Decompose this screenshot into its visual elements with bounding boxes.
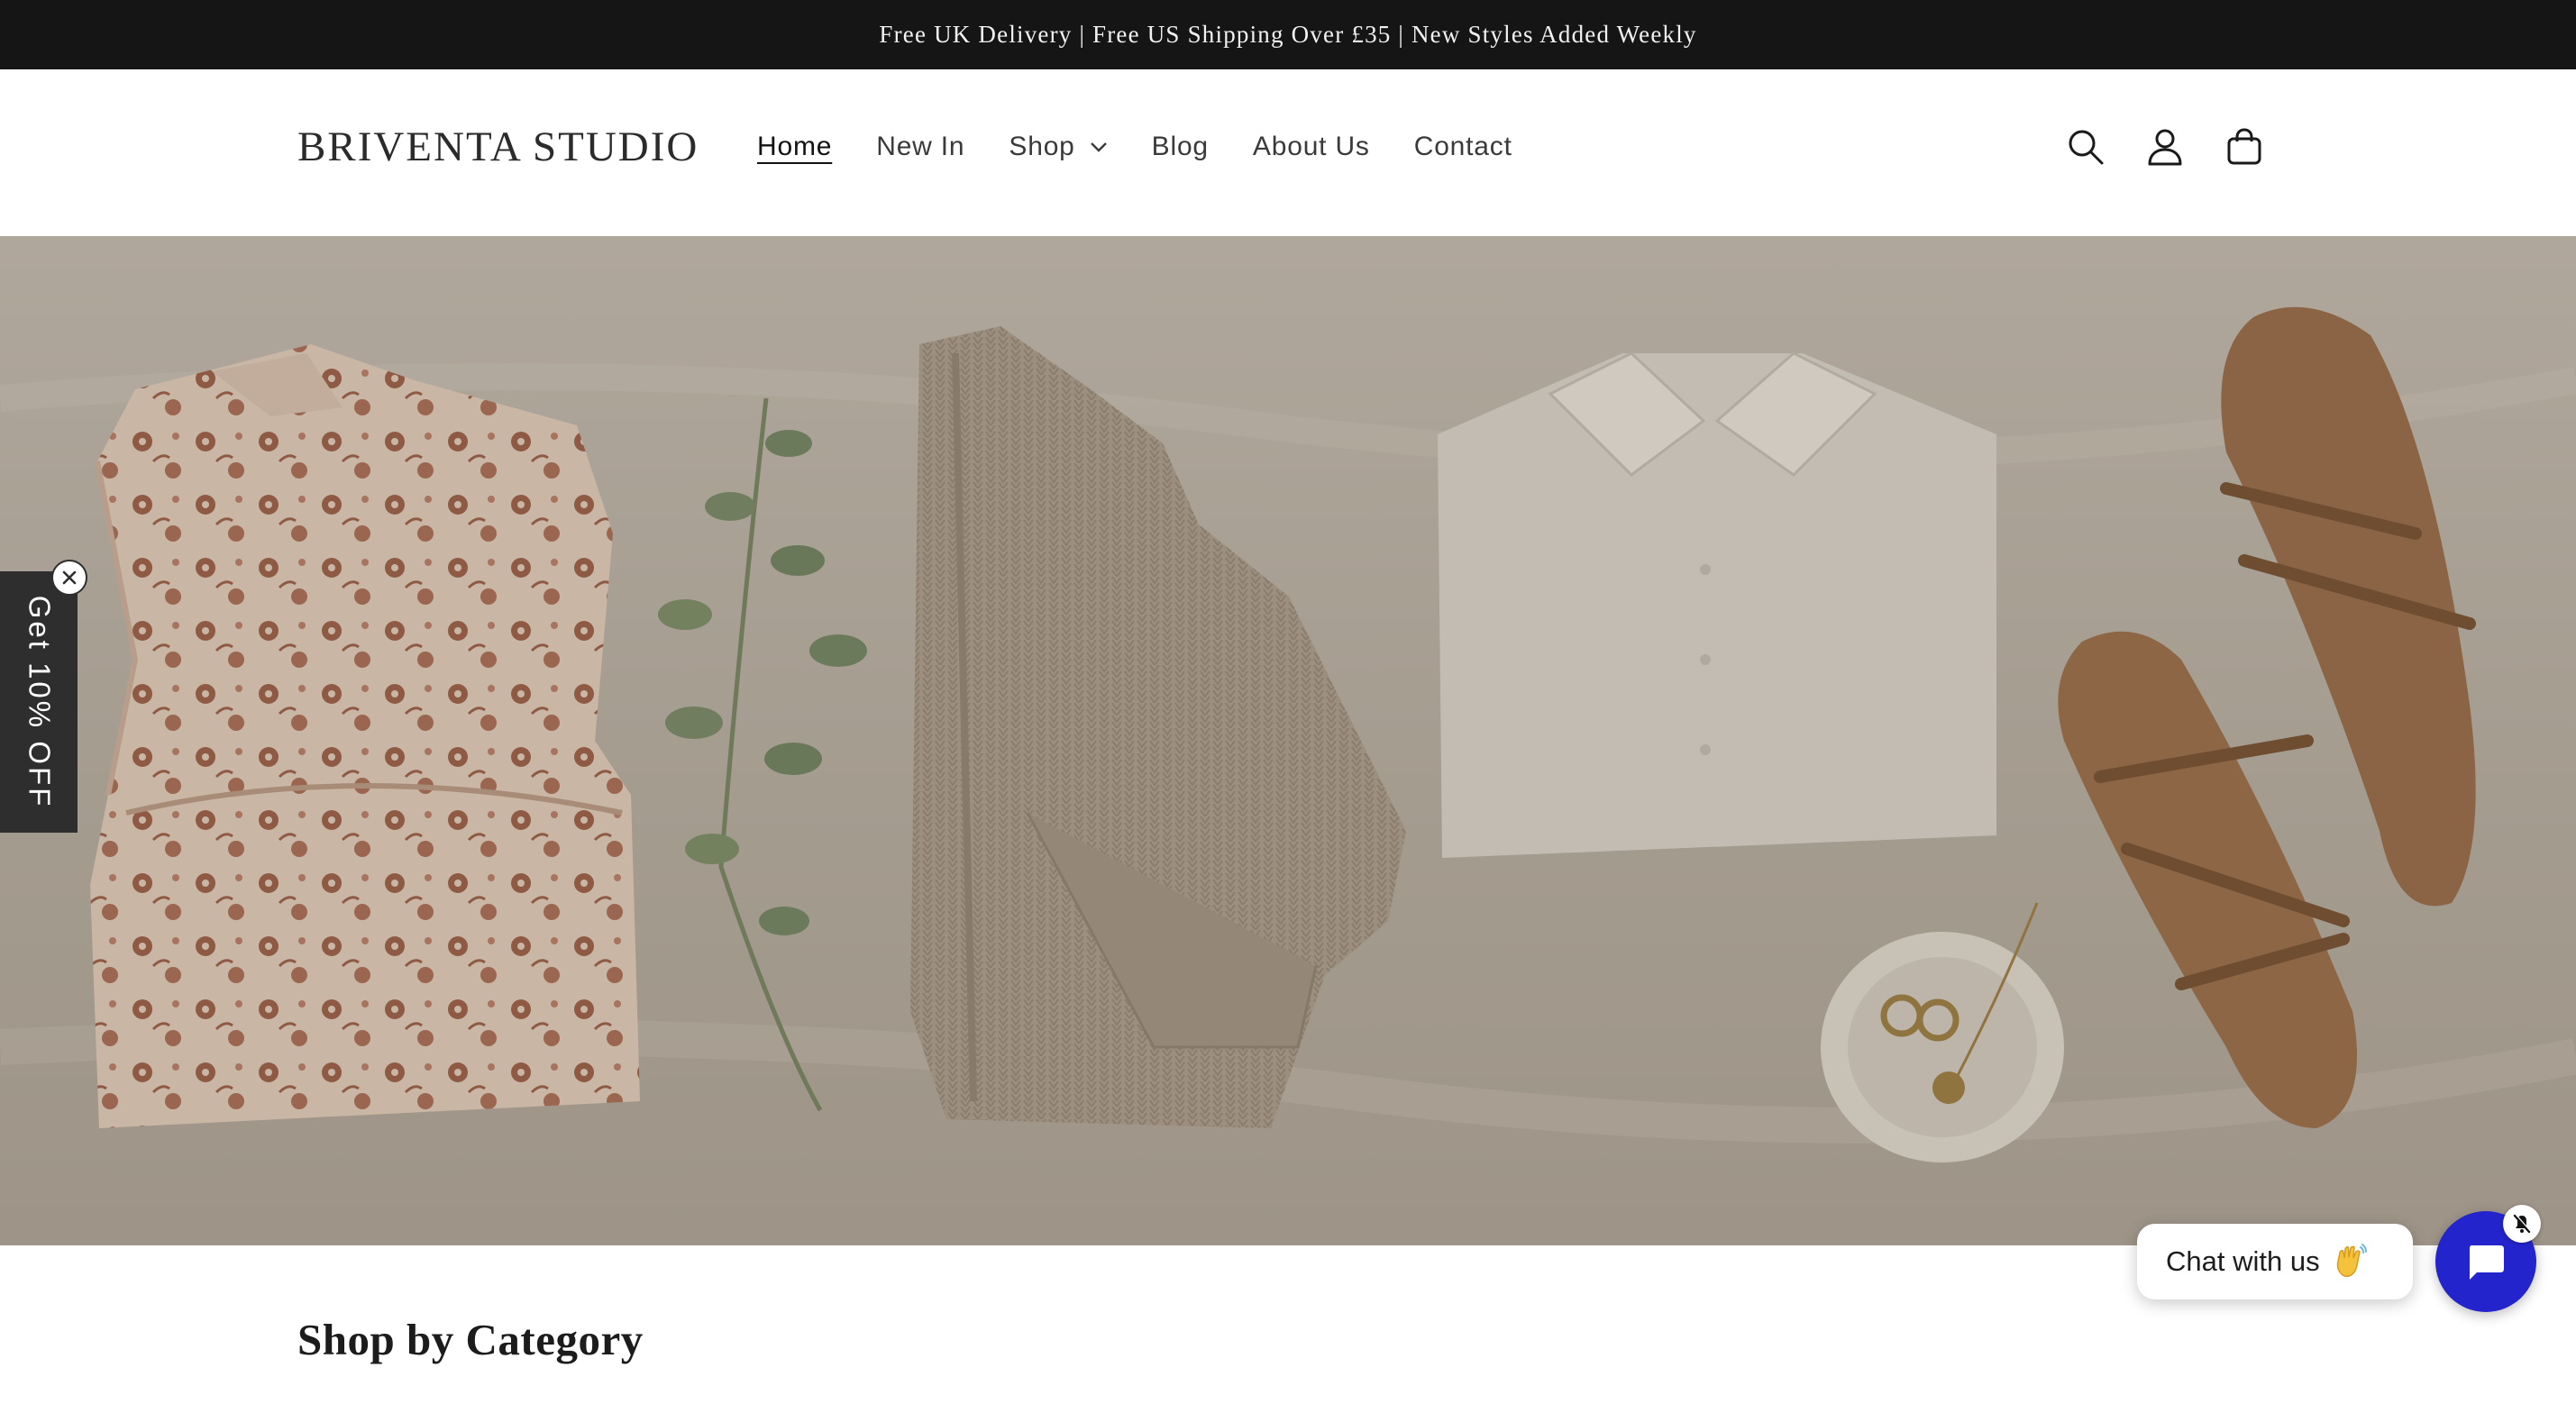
linen-shirt-image	[1438, 351, 1996, 858]
announcement-text: Free UK Delivery | Free US Shipping Over…	[879, 21, 1697, 48]
chevron-down-icon	[1090, 142, 1107, 152]
discount-tab[interactable]: Get 10% OFF	[0, 571, 78, 833]
search-icon	[2069, 130, 2104, 165]
nav-home-label: Home	[757, 132, 833, 161]
nav-shop-label: Shop	[1009, 132, 1075, 161]
chat-icon	[2470, 1245, 2504, 1280]
search-button[interactable]	[2064, 125, 2107, 169]
chat-mute-button[interactable]	[2503, 1205, 2541, 1243]
discount-label: Get 10% OFF	[23, 595, 56, 809]
nav-shop[interactable]: Shop	[1009, 132, 1107, 162]
nav-blog-label: Blog	[1151, 132, 1209, 161]
nav-home[interactable]: Home	[757, 132, 832, 162]
discount-close-button[interactable]	[51, 560, 87, 596]
nav-contact[interactable]: Contact	[1414, 132, 1512, 162]
announcement-bar: Free UK Delivery | Free US Shipping Over…	[0, 0, 2576, 69]
floral-dress-image	[90, 344, 640, 1128]
main-nav: Home New In Shop Blog About Us Contact	[757, 132, 1557, 162]
cart-button[interactable]	[2223, 125, 2266, 169]
nav-new-in-label: New In	[876, 132, 965, 161]
muted-bell-icon	[2513, 1214, 2532, 1234]
category-section-title: Shop by Category	[297, 1315, 644, 1364]
header-icons	[2064, 125, 2266, 169]
nav-contact-label: Contact	[1413, 132, 1512, 161]
nav-about-us[interactable]: About Us	[1253, 132, 1370, 162]
nav-new-in[interactable]: New In	[876, 132, 964, 162]
cart-icon	[2227, 128, 2261, 165]
account-icon	[2148, 129, 2182, 166]
close-icon	[62, 570, 77, 585]
account-button[interactable]	[2143, 125, 2187, 169]
jewelry-dish-image	[1821, 902, 2064, 1162]
chat-label: Chat with us	[2166, 1245, 2320, 1277]
site-header: BRIVENTA STUDIO Home New In Shop Blog Ab…	[0, 69, 2576, 236]
hero-banner[interactable]	[0, 236, 2576, 1245]
chat-prompt-bubble[interactable]: Chat with us	[2137, 1224, 2413, 1299]
nav-about-us-label: About Us	[1252, 132, 1370, 161]
eucalyptus-sprig-image	[658, 397, 867, 1112]
hero-image	[0, 306, 2576, 1162]
site-logo[interactable]: BRIVENTA STUDIO	[297, 123, 699, 171]
wave-icon	[2336, 1244, 2367, 1277]
nav-blog[interactable]: Blog	[1152, 132, 1209, 162]
